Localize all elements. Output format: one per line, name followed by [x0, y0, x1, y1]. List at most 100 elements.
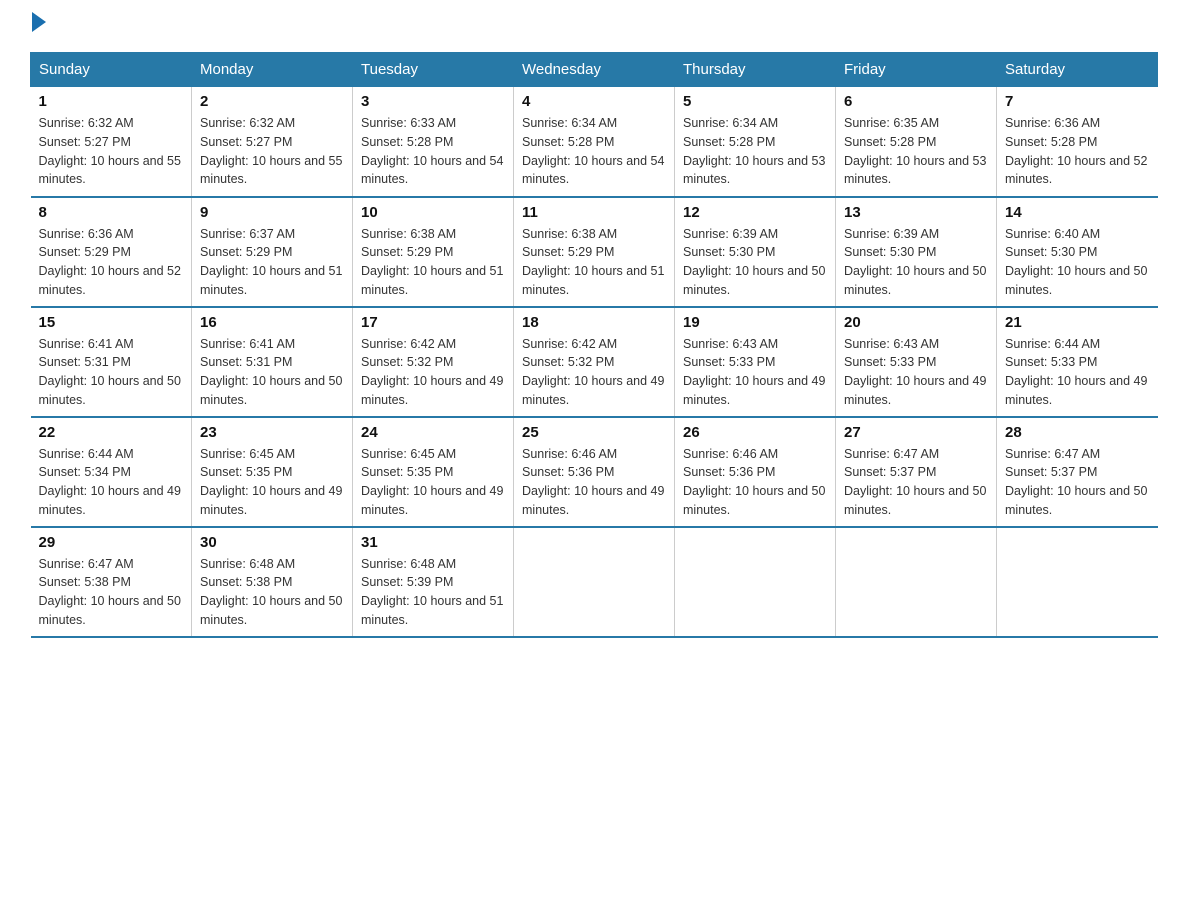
day-info: Sunrise: 6:41 AMSunset: 5:31 PMDaylight:…: [39, 337, 181, 407]
table-row: 8 Sunrise: 6:36 AMSunset: 5:29 PMDayligh…: [31, 197, 192, 307]
page-header: [30, 20, 1158, 32]
table-row: [836, 527, 997, 637]
table-row: 13 Sunrise: 6:39 AMSunset: 5:30 PMDaylig…: [836, 197, 997, 307]
table-row: 18 Sunrise: 6:42 AMSunset: 5:32 PMDaylig…: [514, 307, 675, 417]
day-number: 6: [844, 93, 988, 110]
table-row: 29 Sunrise: 6:47 AMSunset: 5:38 PMDaylig…: [31, 527, 192, 637]
table-row: 9 Sunrise: 6:37 AMSunset: 5:29 PMDayligh…: [192, 197, 353, 307]
logo-arrow-icon: [32, 12, 46, 32]
calendar-week-row: 1 Sunrise: 6:32 AMSunset: 5:27 PMDayligh…: [31, 87, 1158, 197]
day-info: Sunrise: 6:46 AMSunset: 5:36 PMDaylight:…: [683, 447, 825, 517]
table-row: 21 Sunrise: 6:44 AMSunset: 5:33 PMDaylig…: [997, 307, 1158, 417]
table-row: 1 Sunrise: 6:32 AMSunset: 5:27 PMDayligh…: [31, 87, 192, 197]
day-info: Sunrise: 6:45 AMSunset: 5:35 PMDaylight:…: [200, 447, 342, 517]
day-number: 15: [39, 314, 184, 331]
table-row: 25 Sunrise: 6:46 AMSunset: 5:36 PMDaylig…: [514, 417, 675, 527]
header-sunday: Sunday: [31, 53, 192, 87]
day-info: Sunrise: 6:41 AMSunset: 5:31 PMDaylight:…: [200, 337, 342, 407]
day-info: Sunrise: 6:39 AMSunset: 5:30 PMDaylight:…: [683, 227, 825, 297]
day-number: 10: [361, 204, 505, 221]
header-thursday: Thursday: [675, 53, 836, 87]
day-info: Sunrise: 6:36 AMSunset: 5:28 PMDaylight:…: [1005, 116, 1147, 186]
day-info: Sunrise: 6:42 AMSunset: 5:32 PMDaylight:…: [522, 337, 664, 407]
day-info: Sunrise: 6:43 AMSunset: 5:33 PMDaylight:…: [683, 337, 825, 407]
day-info: Sunrise: 6:40 AMSunset: 5:30 PMDaylight:…: [1005, 227, 1147, 297]
table-row: 15 Sunrise: 6:41 AMSunset: 5:31 PMDaylig…: [31, 307, 192, 417]
table-row: [675, 527, 836, 637]
table-row: 26 Sunrise: 6:46 AMSunset: 5:36 PMDaylig…: [675, 417, 836, 527]
table-row: 7 Sunrise: 6:36 AMSunset: 5:28 PMDayligh…: [997, 87, 1158, 197]
day-number: 17: [361, 314, 505, 331]
day-number: 3: [361, 93, 505, 110]
day-info: Sunrise: 6:46 AMSunset: 5:36 PMDaylight:…: [522, 447, 664, 517]
table-row: 3 Sunrise: 6:33 AMSunset: 5:28 PMDayligh…: [353, 87, 514, 197]
day-number: 30: [200, 534, 344, 551]
day-info: Sunrise: 6:36 AMSunset: 5:29 PMDaylight:…: [39, 227, 181, 297]
table-row: 14 Sunrise: 6:40 AMSunset: 5:30 PMDaylig…: [997, 197, 1158, 307]
day-info: Sunrise: 6:47 AMSunset: 5:37 PMDaylight:…: [1005, 447, 1147, 517]
day-info: Sunrise: 6:35 AMSunset: 5:28 PMDaylight:…: [844, 116, 986, 186]
header-saturday: Saturday: [997, 53, 1158, 87]
day-number: 29: [39, 534, 184, 551]
table-row: 17 Sunrise: 6:42 AMSunset: 5:32 PMDaylig…: [353, 307, 514, 417]
day-info: Sunrise: 6:33 AMSunset: 5:28 PMDaylight:…: [361, 116, 503, 186]
table-row: 4 Sunrise: 6:34 AMSunset: 5:28 PMDayligh…: [514, 87, 675, 197]
day-number: 11: [522, 204, 666, 221]
day-number: 5: [683, 93, 827, 110]
table-row: 23 Sunrise: 6:45 AMSunset: 5:35 PMDaylig…: [192, 417, 353, 527]
day-number: 22: [39, 424, 184, 441]
day-number: 16: [200, 314, 344, 331]
header-wednesday: Wednesday: [514, 53, 675, 87]
day-number: 12: [683, 204, 827, 221]
day-info: Sunrise: 6:39 AMSunset: 5:30 PMDaylight:…: [844, 227, 986, 297]
table-row: 22 Sunrise: 6:44 AMSunset: 5:34 PMDaylig…: [31, 417, 192, 527]
day-number: 14: [1005, 204, 1150, 221]
header-monday: Monday: [192, 53, 353, 87]
header-tuesday: Tuesday: [353, 53, 514, 87]
table-row: 12 Sunrise: 6:39 AMSunset: 5:30 PMDaylig…: [675, 197, 836, 307]
day-info: Sunrise: 6:44 AMSunset: 5:33 PMDaylight:…: [1005, 337, 1147, 407]
day-info: Sunrise: 6:43 AMSunset: 5:33 PMDaylight:…: [844, 337, 986, 407]
day-number: 28: [1005, 424, 1150, 441]
calendar-week-row: 8 Sunrise: 6:36 AMSunset: 5:29 PMDayligh…: [31, 197, 1158, 307]
day-info: Sunrise: 6:45 AMSunset: 5:35 PMDaylight:…: [361, 447, 503, 517]
day-number: 19: [683, 314, 827, 331]
calendar-week-row: 15 Sunrise: 6:41 AMSunset: 5:31 PMDaylig…: [31, 307, 1158, 417]
table-row: 16 Sunrise: 6:41 AMSunset: 5:31 PMDaylig…: [192, 307, 353, 417]
table-row: 10 Sunrise: 6:38 AMSunset: 5:29 PMDaylig…: [353, 197, 514, 307]
table-row: 11 Sunrise: 6:38 AMSunset: 5:29 PMDaylig…: [514, 197, 675, 307]
day-number: 27: [844, 424, 988, 441]
calendar-header-row: Sunday Monday Tuesday Wednesday Thursday…: [31, 53, 1158, 87]
day-number: 26: [683, 424, 827, 441]
day-number: 1: [39, 93, 184, 110]
table-row: 6 Sunrise: 6:35 AMSunset: 5:28 PMDayligh…: [836, 87, 997, 197]
table-row: 20 Sunrise: 6:43 AMSunset: 5:33 PMDaylig…: [836, 307, 997, 417]
day-number: 2: [200, 93, 344, 110]
day-info: Sunrise: 6:38 AMSunset: 5:29 PMDaylight:…: [522, 227, 664, 297]
day-info: Sunrise: 6:47 AMSunset: 5:38 PMDaylight:…: [39, 557, 181, 627]
table-row: 28 Sunrise: 6:47 AMSunset: 5:37 PMDaylig…: [997, 417, 1158, 527]
day-info: Sunrise: 6:38 AMSunset: 5:29 PMDaylight:…: [361, 227, 503, 297]
day-info: Sunrise: 6:32 AMSunset: 5:27 PMDaylight:…: [200, 116, 342, 186]
calendar-table: Sunday Monday Tuesday Wednesday Thursday…: [30, 52, 1158, 638]
day-info: Sunrise: 6:32 AMSunset: 5:27 PMDaylight:…: [39, 116, 181, 186]
table-row: [514, 527, 675, 637]
logo: [30, 20, 46, 32]
table-row: 5 Sunrise: 6:34 AMSunset: 5:28 PMDayligh…: [675, 87, 836, 197]
day-number: 31: [361, 534, 505, 551]
day-info: Sunrise: 6:42 AMSunset: 5:32 PMDaylight:…: [361, 337, 503, 407]
day-number: 24: [361, 424, 505, 441]
table-row: [997, 527, 1158, 637]
day-info: Sunrise: 6:44 AMSunset: 5:34 PMDaylight:…: [39, 447, 181, 517]
day-info: Sunrise: 6:47 AMSunset: 5:37 PMDaylight:…: [844, 447, 986, 517]
day-number: 23: [200, 424, 344, 441]
day-info: Sunrise: 6:34 AMSunset: 5:28 PMDaylight:…: [522, 116, 664, 186]
day-number: 21: [1005, 314, 1150, 331]
table-row: 30 Sunrise: 6:48 AMSunset: 5:38 PMDaylig…: [192, 527, 353, 637]
day-number: 13: [844, 204, 988, 221]
day-info: Sunrise: 6:37 AMSunset: 5:29 PMDaylight:…: [200, 227, 342, 297]
day-info: Sunrise: 6:48 AMSunset: 5:38 PMDaylight:…: [200, 557, 342, 627]
day-number: 7: [1005, 93, 1150, 110]
table-row: 27 Sunrise: 6:47 AMSunset: 5:37 PMDaylig…: [836, 417, 997, 527]
day-info: Sunrise: 6:34 AMSunset: 5:28 PMDaylight:…: [683, 116, 825, 186]
